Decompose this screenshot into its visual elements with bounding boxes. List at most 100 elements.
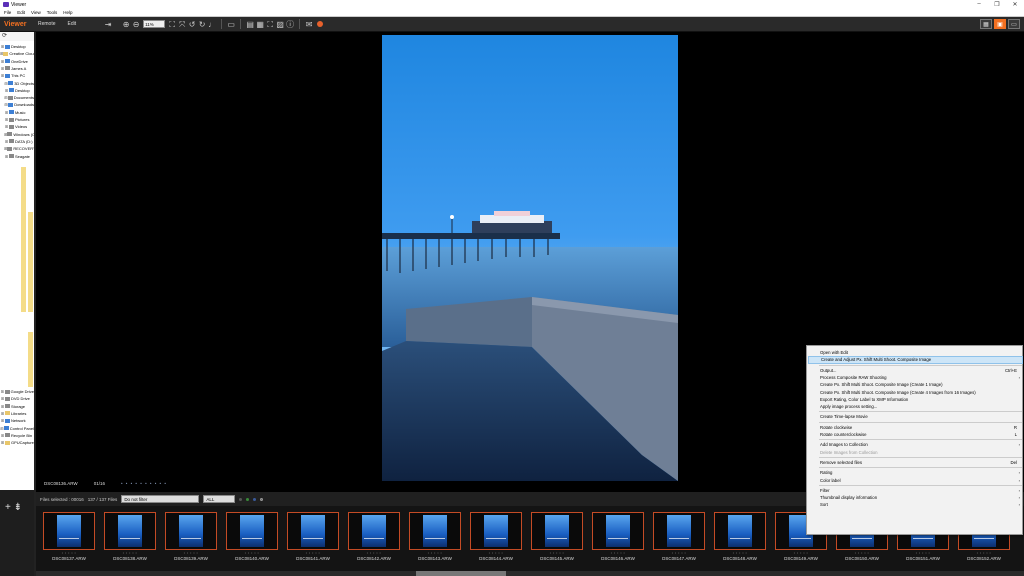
tree-item[interactable]: ⊞ Storage: [0, 403, 34, 410]
tree-item[interactable]: ⊞ DATA (D:): [0, 138, 34, 145]
thumbnail-rating[interactable]: • • • • •: [714, 551, 766, 555]
thumbnail-rating[interactable]: • • • • •: [958, 551, 1010, 555]
context-menu-item[interactable]: Apply image process setting...: [808, 403, 1023, 411]
thumbnail-rating[interactable]: • • • • •: [470, 551, 522, 555]
thumbnail-item[interactable]: • • • • • DSC08145.ARW: [531, 512, 583, 562]
tree-item[interactable]: ⊞ Control Panel: [0, 425, 34, 432]
thumbnail-rating[interactable]: • • • • •: [104, 551, 156, 555]
tree-item[interactable]: ⊞ RECOVERY: [0, 145, 34, 152]
thumbnail-rating[interactable]: • • • • •: [836, 551, 888, 555]
tree-item[interactable]: ⊞ James A: [0, 65, 34, 72]
thumbnail-frame[interactable]: [43, 512, 95, 550]
preview-view-icon[interactable]: ▣: [994, 19, 1006, 29]
tree-item[interactable]: ⊞ Seagate: [0, 153, 34, 160]
strip-scrollbar[interactable]: [36, 571, 1024, 576]
thumbnail-rating[interactable]: • • • • •: [409, 551, 461, 555]
thumbnail-frame[interactable]: [592, 512, 644, 550]
context-menu-item[interactable]: Rotate counterclockwise L: [808, 431, 1023, 439]
context-menu-item[interactable]: Create and Adjust Px. Shift Multi Shoot.…: [808, 356, 1023, 365]
tree-item[interactable]: ⊞ Desktop: [0, 87, 34, 94]
thumbnail-rating[interactable]: • • • • •: [592, 551, 644, 555]
tree-item[interactable]: ⊞ GPUCapture: [0, 439, 34, 446]
tree-item[interactable]: ⊞ Network: [0, 417, 34, 424]
thumbnail-rating[interactable]: • • • • •: [43, 551, 95, 555]
thumbnail-item[interactable]: • • • • • DSC08140.ARW: [226, 512, 278, 562]
thumbnail-rating[interactable]: • • • • •: [653, 551, 705, 555]
tree-item[interactable]: ⊞ DVD Drive: [0, 395, 34, 402]
fit-icon[interactable]: ⛶: [167, 17, 177, 32]
color-label-dot[interactable]: [253, 497, 257, 501]
filter-dropdown[interactable]: Do not filter: [121, 495, 200, 503]
context-menu-item[interactable]: Sort ›: [808, 501, 1023, 509]
tree-item[interactable]: ⊞ Music: [0, 109, 34, 116]
thumbnail-frame[interactable]: [470, 512, 522, 550]
tree-item[interactable]: ⊞ OneDrive: [0, 58, 34, 65]
split-view-icon[interactable]: ▤: [245, 17, 255, 32]
tree-item[interactable]: ⊞ Recycle Bin: [0, 432, 34, 439]
thumbnail-rating[interactable]: • • • • •: [226, 551, 278, 555]
tree-item[interactable]: ⊞ Videos: [0, 123, 34, 130]
thumbnail-view-icon[interactable]: ▦: [980, 19, 992, 29]
context-menu-item[interactable]: Color label ›: [808, 477, 1023, 485]
thumbnail-item[interactable]: • • • • • DSC08141.ARW: [287, 512, 339, 562]
grid-icon[interactable]: ▦: [255, 17, 265, 32]
thumbnail-frame[interactable]: [104, 512, 156, 550]
thumbnail-item[interactable]: • • • • • DSC08148.ARW: [714, 512, 766, 562]
single-view-icon[interactable]: ▭: [1008, 19, 1020, 29]
tree-item[interactable]: ⊞ Downloads: [0, 101, 34, 108]
thumbnail-rating[interactable]: • • • • •: [531, 551, 583, 555]
tree-item[interactable]: ⊞ This PC: [0, 72, 34, 79]
tree-item[interactable]: ⊞ Libraries: [0, 410, 34, 417]
thumbnail-rating[interactable]: • • • • •: [897, 551, 949, 555]
image-icon[interactable]: ▨: [275, 17, 285, 32]
thumbnail-rating[interactable]: • • • • •: [775, 551, 827, 555]
tree-item[interactable]: ⊞ Desktop: [0, 43, 34, 50]
mail-icon[interactable]: ✉: [304, 17, 314, 32]
minimize-icon[interactable]: –: [970, 1, 988, 8]
all-dropdown[interactable]: ALL: [203, 495, 236, 503]
maximize-icon[interactable]: ❐: [988, 1, 1006, 8]
add-icon[interactable]: +: [5, 502, 11, 513]
thumbnail-rating[interactable]: • • • • •: [165, 551, 217, 555]
rotate-right-icon[interactable]: ↻: [197, 17, 207, 32]
thumbnail-frame[interactable]: [409, 512, 461, 550]
thumbnail-item[interactable]: • • • • • DSC08139.ARW: [165, 512, 217, 562]
close-icon[interactable]: ✕: [1006, 1, 1024, 8]
color-label-dot[interactable]: [260, 497, 264, 501]
tree-item[interactable]: ⊞Creative Cloud Files: [0, 50, 34, 57]
export-icon[interactable]: ⇥: [103, 17, 113, 32]
sort-icon[interactable]: ⇟: [14, 502, 22, 513]
thumbnail-frame[interactable]: [165, 512, 217, 550]
thumbnail-item[interactable]: • • • • • DSC08142.ARW: [348, 512, 400, 562]
tree-item[interactable]: ⊞Windows (C:): [0, 131, 34, 138]
thumbnail-frame[interactable]: [653, 512, 705, 550]
tab-remote[interactable]: Remote: [38, 21, 56, 27]
thumbnail-item[interactable]: • • • • • DSC08137.ARW: [43, 512, 95, 562]
thumbnail-frame[interactable]: [287, 512, 339, 550]
refresh-icon[interactable]: ⟳: [0, 32, 34, 41]
zoom-level-field[interactable]: 11%: [143, 20, 166, 28]
compare-icon[interactable]: ▭: [226, 17, 236, 32]
thumbnail-rating[interactable]: • • • • •: [287, 551, 339, 555]
thumbnail-item[interactable]: • • • • • DSC08138.ARW: [104, 512, 156, 562]
tree-item[interactable]: ⊞ 3D Objects: [0, 80, 34, 87]
menu-file[interactable]: File: [4, 10, 11, 15]
rotate-left-icon[interactable]: ↺: [187, 17, 197, 32]
thumbnail-item[interactable]: • • • • • DSC08146.ARW: [592, 512, 644, 562]
thumbnail-frame[interactable]: [226, 512, 278, 550]
thumbnail-item[interactable]: • • • • • DSC08147.ARW: [653, 512, 705, 562]
thumbnail-frame[interactable]: [531, 512, 583, 550]
menu-help[interactable]: Help: [63, 10, 72, 15]
menu-tools[interactable]: Tools: [47, 10, 58, 15]
color-label-dot[interactable]: [246, 497, 250, 501]
music-icon[interactable]: ♩: [207, 17, 217, 32]
tree-item[interactable]: ⊞ Documents: [0, 94, 34, 101]
thumbnail-item[interactable]: • • • • • DSC08144.ARW: [470, 512, 522, 562]
context-menu-item[interactable]: Remove selected files Del: [808, 459, 1023, 467]
thumbnail-rating[interactable]: • • • • •: [348, 551, 400, 555]
tab-edit[interactable]: Edit: [68, 21, 77, 27]
tree-item[interactable]: ⊞ Pictures: [0, 116, 34, 123]
fullscreen-icon[interactable]: ⛶: [265, 17, 275, 32]
menu-view[interactable]: View: [31, 10, 41, 15]
thumbnail-frame[interactable]: [714, 512, 766, 550]
